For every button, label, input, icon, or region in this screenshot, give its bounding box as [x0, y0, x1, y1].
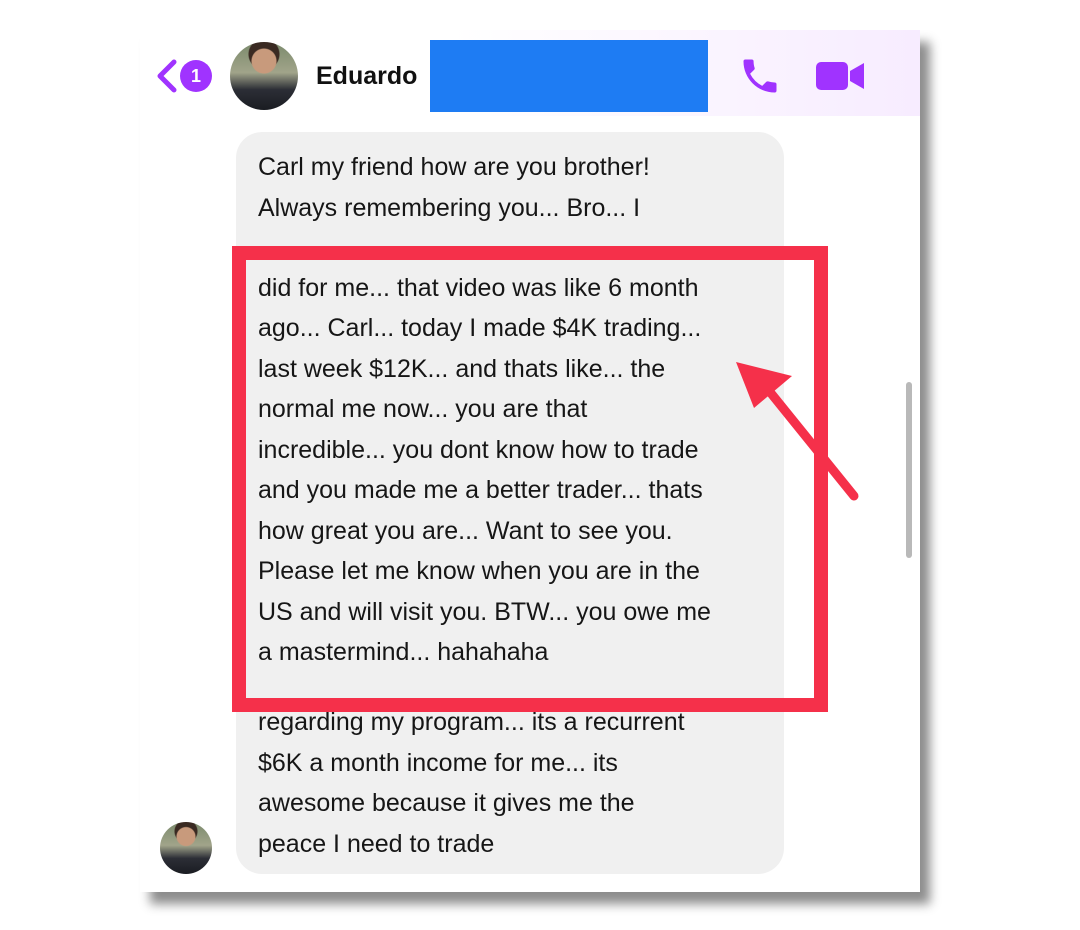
sender-avatar[interactable] [160, 822, 212, 874]
message-line: $6K a month income for me... its [258, 749, 618, 777]
message-line: how great you are... Want to see you. [258, 517, 673, 545]
contact-avatar[interactable] [230, 42, 298, 110]
message-line: a mastermind... hahahaha [258, 638, 549, 666]
pointer-arrow-icon [736, 362, 859, 501]
chat-header: 1 Eduardo [140, 30, 920, 116]
back-chevron-icon [157, 59, 177, 93]
message-line: ago... Carl... today I made $4K trading.… [258, 314, 702, 342]
message-line: incredible... you dont know how to trade [258, 436, 699, 464]
phone-icon [743, 59, 777, 93]
message-line: did for me... that video was like 6 mont… [258, 274, 699, 302]
back-button[interactable]: 1 [154, 58, 214, 94]
message-line: regarding my program... its a recurrent [258, 708, 685, 736]
redaction-box [430, 40, 708, 112]
message-line: Carl my friend how are you brother! [258, 153, 650, 181]
contact-name[interactable]: Eduardo [316, 62, 417, 91]
message-line: Always remembering you... Bro... I [258, 194, 641, 222]
unread-count-badge: 1 [180, 60, 212, 92]
scrollbar[interactable] [906, 382, 912, 558]
video-camera-icon [816, 62, 864, 90]
message-line: Please let me know when you are in the [258, 557, 700, 585]
video-call-button[interactable] [814, 58, 866, 94]
message-line: peace I need to trade [258, 830, 495, 858]
message-line: awesome because it gives me the [258, 789, 635, 817]
message-line: and you made me a better trader... thats [258, 476, 703, 504]
message-line: last week $12K... and thats like... the [258, 355, 666, 383]
voice-call-button[interactable] [738, 54, 782, 98]
message-line: normal me now... you are that [258, 395, 588, 423]
message-line: US and will visit you. BTW... you owe me [258, 598, 711, 626]
